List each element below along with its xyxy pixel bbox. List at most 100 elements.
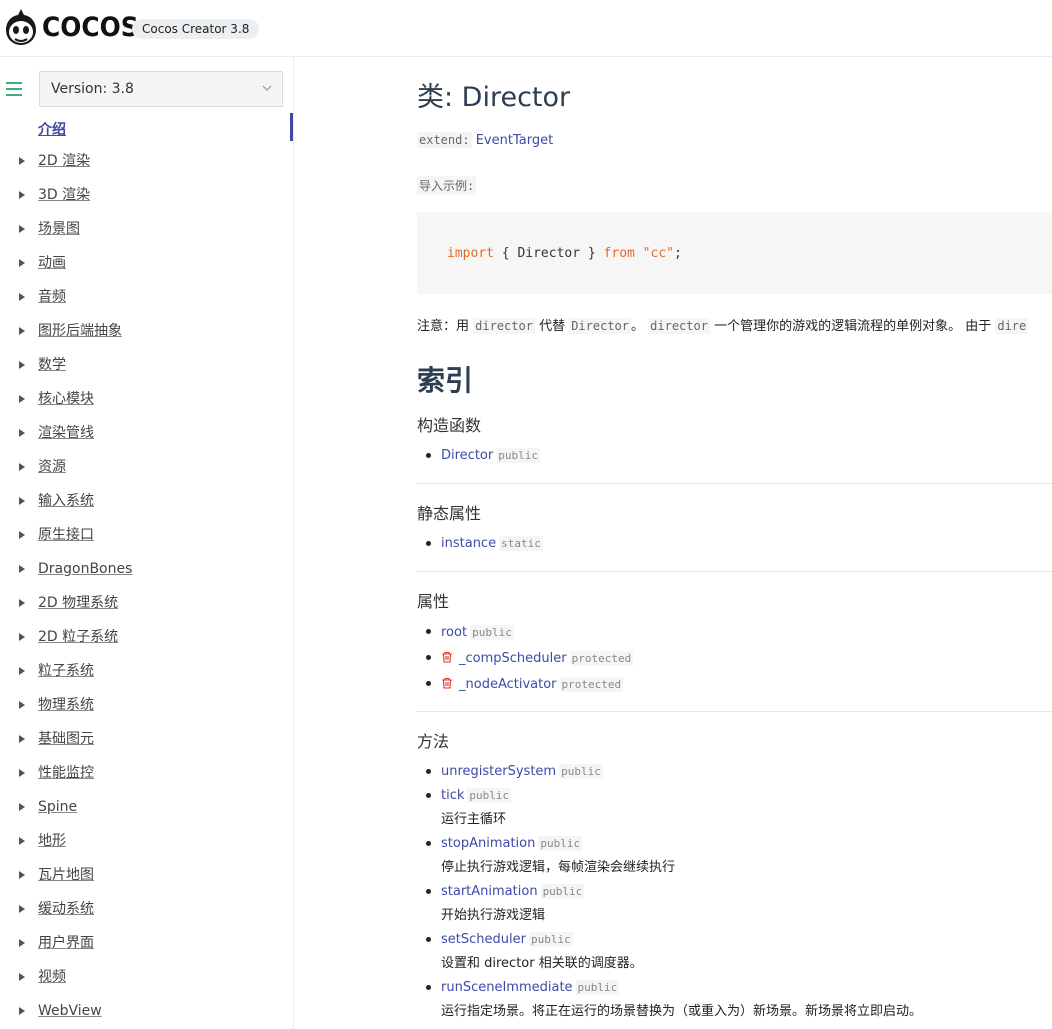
sidebar-item-label[interactable]: 场景图: [38, 215, 80, 243]
caret-right-icon[interactable]: [19, 871, 25, 879]
sidebar-item[interactable]: 视频: [0, 963, 293, 997]
member-link[interactable]: instance: [441, 536, 496, 551]
sidebar-item[interactable]: DragonBones: [0, 555, 293, 589]
sidebar-item[interactable]: 核心模块: [0, 385, 293, 419]
member-link[interactable]: stopAnimation: [441, 836, 535, 851]
section-title: 方法: [417, 732, 450, 751]
sidebar-item[interactable]: 物理系统: [0, 691, 293, 725]
sidebar-item-label[interactable]: 2D 物理系统: [38, 589, 118, 617]
member-link[interactable]: unregisterSystem: [441, 764, 556, 779]
sidebar-item[interactable]: 3D 渲染: [0, 181, 293, 215]
caret-right-icon[interactable]: [19, 157, 25, 165]
sidebar-item-label[interactable]: 物理系统: [38, 691, 94, 719]
caret-right-icon[interactable]: [19, 701, 25, 709]
sidebar-item[interactable]: 地形: [0, 827, 293, 861]
hamburger-menu-icon[interactable]: [6, 82, 22, 96]
caret-right-icon[interactable]: [19, 429, 25, 437]
caret-right-icon[interactable]: [19, 599, 25, 607]
caret-right-icon[interactable]: [19, 225, 25, 233]
sidebar-item-intro[interactable]: 介绍: [38, 119, 66, 139]
sidebar-item-label[interactable]: 视频: [38, 963, 66, 991]
sidebar-item[interactable]: 性能监控: [0, 759, 293, 793]
member-link[interactable]: setScheduler: [441, 932, 526, 947]
caret-right-icon[interactable]: [19, 361, 25, 369]
member-link[interactable]: startAnimation: [441, 884, 538, 899]
sidebar-item[interactable]: 资源: [0, 453, 293, 487]
sidebar-item[interactable]: 输入系统: [0, 487, 293, 521]
member-link[interactable]: runSceneImmediate: [441, 980, 573, 995]
sidebar-item[interactable]: 动画: [0, 249, 293, 283]
caret-right-icon[interactable]: [19, 531, 25, 539]
access-tag: public: [559, 764, 603, 779]
caret-right-icon[interactable]: [19, 327, 25, 335]
sidebar-item[interactable]: 渲染管线: [0, 419, 293, 453]
sidebar-item-label[interactable]: 数学: [38, 351, 66, 379]
sidebar-item[interactable]: 2D 物理系统: [0, 589, 293, 623]
caret-right-icon[interactable]: [19, 293, 25, 301]
caret-right-icon[interactable]: [19, 1007, 25, 1015]
caret-right-icon[interactable]: [19, 939, 25, 947]
sidebar-item[interactable]: 用户界面: [0, 929, 293, 963]
sidebar-item-label[interactable]: 性能监控: [38, 759, 94, 787]
caret-right-icon[interactable]: [19, 735, 25, 743]
sidebar-item-label[interactable]: 渲染管线: [38, 419, 94, 447]
caret-right-icon[interactable]: [19, 973, 25, 981]
version-select[interactable]: Version: 3.8: [39, 71, 283, 107]
member-link[interactable]: Director: [441, 448, 493, 463]
caret-right-icon[interactable]: [19, 565, 25, 573]
caret-right-icon[interactable]: [19, 667, 25, 675]
sidebar-item-label[interactable]: 原生接口: [38, 521, 94, 549]
caret-right-icon[interactable]: [19, 769, 25, 777]
sidebar-item-label[interactable]: 动画: [38, 249, 66, 277]
caret-right-icon[interactable]: [19, 803, 25, 811]
extend-link[interactable]: EventTarget: [476, 133, 553, 148]
caret-right-icon[interactable]: [19, 463, 25, 471]
sidebar-item[interactable]: 数学: [0, 351, 293, 385]
sidebar-item[interactable]: 基础图元: [0, 725, 293, 759]
member-link[interactable]: _compScheduler: [459, 651, 567, 666]
sidebar-item-label[interactable]: 核心模块: [38, 385, 94, 413]
sidebar-item[interactable]: 原生接口: [0, 521, 293, 555]
sidebar-item-label[interactable]: 用户界面: [38, 929, 94, 957]
member-link[interactable]: tick: [441, 788, 464, 803]
sidebar-item-label[interactable]: 缓动系统: [38, 895, 94, 923]
sidebar-item[interactable]: 2D 渲染: [0, 147, 293, 181]
sidebar-item-label[interactable]: 图形后端抽象: [38, 317, 122, 345]
cocos-logo[interactable]: COCOS: [4, 8, 147, 46]
sidebar-item-label[interactable]: WebView: [38, 997, 102, 1025]
caret-right-icon[interactable]: [19, 905, 25, 913]
access-tag: public: [528, 932, 573, 947]
caret-right-icon[interactable]: [19, 395, 25, 403]
sidebar-item[interactable]: 缓动系统: [0, 895, 293, 929]
caret-right-icon[interactable]: [19, 633, 25, 641]
sidebar-item-label[interactable]: 粒子系统: [38, 657, 94, 685]
sidebar-item[interactable]: 音频: [0, 283, 293, 317]
caret-right-icon[interactable]: [19, 259, 25, 267]
sidebar-item-label[interactable]: 2D 渲染: [38, 147, 90, 175]
trash-icon: [442, 651, 452, 663]
sidebar-item-label[interactable]: DragonBones: [38, 555, 132, 583]
caret-right-icon[interactable]: [19, 497, 25, 505]
sidebar-item-label[interactable]: 音频: [38, 283, 66, 311]
sidebar-item[interactable]: 场景图: [0, 215, 293, 249]
caret-right-icon[interactable]: [19, 191, 25, 199]
member-list: instance static: [417, 532, 1052, 556]
sidebar-item-label[interactable]: 基础图元: [38, 725, 94, 753]
sidebar-item-label[interactable]: 资源: [38, 453, 66, 481]
sidebar-item[interactable]: WebView: [0, 997, 293, 1029]
member-link[interactable]: root: [441, 625, 467, 640]
caret-right-icon[interactable]: [19, 837, 25, 845]
list-item: setScheduler public 设置和 director 相关联的调度器。: [417, 928, 1052, 976]
sidebar-item[interactable]: 瓦片地图: [0, 861, 293, 895]
sidebar-item[interactable]: 2D 粒子系统: [0, 623, 293, 657]
sidebar-item-label[interactable]: 地形: [38, 827, 66, 855]
sidebar-item-label[interactable]: 3D 渲染: [38, 181, 90, 209]
sidebar-item[interactable]: Spine: [0, 793, 293, 827]
sidebar-item-label[interactable]: 2D 粒子系统: [38, 623, 118, 651]
sidebar-item[interactable]: 图形后端抽象: [0, 317, 293, 351]
sidebar-item-label[interactable]: 输入系统: [38, 487, 94, 515]
sidebar-item-label[interactable]: Spine: [38, 793, 77, 821]
sidebar-item[interactable]: 粒子系统: [0, 657, 293, 691]
sidebar-item-label[interactable]: 瓦片地图: [38, 861, 94, 889]
member-link[interactable]: _nodeActivator: [459, 677, 557, 692]
